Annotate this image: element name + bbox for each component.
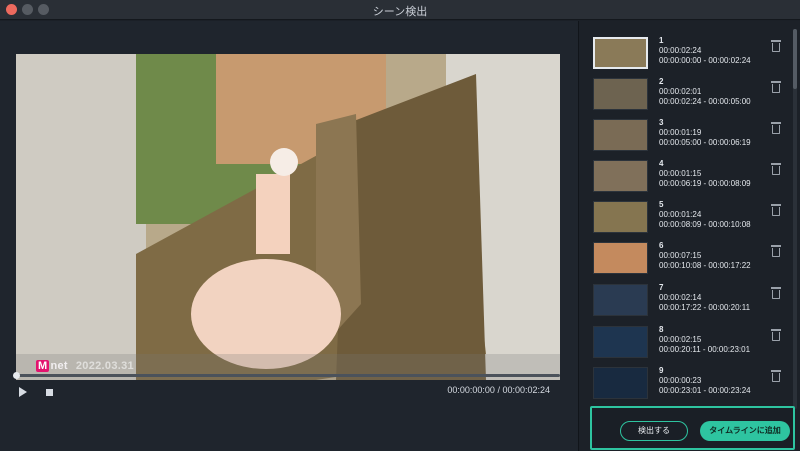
- trash-icon[interactable]: [771, 204, 781, 216]
- scene-duration: 00:00:02:01: [659, 87, 702, 96]
- video-preview[interactable]: Mnet 2022.03.31: [16, 54, 560, 380]
- window-title: シーン検出: [372, 6, 428, 18]
- scene-number: 7: [659, 283, 664, 292]
- scene-range: 00:00:20:11 - 00:00:23:01: [659, 345, 751, 354]
- scene-item[interactable]: 5 00:00:01:24 00:00:08:09 - 00:00:10:08: [593, 200, 793, 234]
- scene-item[interactable]: 4 00:00:01:15 00:00:06:19 - 00:00:08:09: [593, 159, 793, 193]
- title-bar: シーン検出: [0, 0, 800, 20]
- scene-thumbnail: [593, 367, 648, 399]
- add-to-timeline-button[interactable]: タイムラインに追加: [700, 421, 790, 441]
- scene-thumbnail: [593, 160, 648, 192]
- trash-icon[interactable]: [771, 122, 781, 134]
- scene-item[interactable]: 3 00:00:01:19 00:00:05:00 - 00:00:06:19: [593, 118, 793, 152]
- scene-number: 9: [659, 366, 664, 375]
- scene-range: 00:00:23:01 - 00:00:23:24: [659, 386, 751, 395]
- seek-handle[interactable]: [13, 372, 20, 379]
- scene-thumbnail: [593, 119, 648, 151]
- scene-item[interactable]: 2 00:00:02:01 00:00:02:24 - 00:00:05:00: [593, 77, 793, 111]
- scene-list: 1 00:00:02:24 00:00:00:00 - 00:00:02:24 …: [578, 21, 800, 451]
- preview-panel: Mnet 2022.03.31 00:00:00:00 / 00:00:02:24: [0, 21, 578, 451]
- scene-range: 00:00:02:24 - 00:00:05:00: [659, 97, 751, 106]
- video-watermark: Mnet 2022.03.31: [36, 360, 134, 372]
- scene-number: 5: [659, 200, 664, 209]
- scene-number: 8: [659, 325, 664, 334]
- scene-thumbnail: [593, 326, 648, 358]
- scene-range: 00:00:10:08 - 00:00:17:22: [659, 261, 751, 270]
- action-bar: 検出する タイムラインに追加: [590, 406, 795, 450]
- scene-range: 00:00:08:09 - 00:00:10:08: [659, 220, 751, 229]
- scene-number: 3: [659, 118, 664, 127]
- trash-icon[interactable]: [771, 163, 781, 175]
- trash-icon[interactable]: [771, 329, 781, 341]
- scene-duration: 00:00:00:23: [659, 376, 702, 385]
- trash-icon[interactable]: [771, 370, 781, 382]
- scene-duration: 00:00:07:15: [659, 251, 702, 260]
- scene-thumbnail: [593, 201, 648, 233]
- scene-item[interactable]: 1 00:00:02:24 00:00:00:00 - 00:00:02:24: [593, 36, 793, 70]
- scene-item[interactable]: 9 00:00:00:23 00:00:23:01 - 00:00:23:24: [593, 366, 793, 400]
- scene-item[interactable]: 7 00:00:02:14 00:00:17:22 - 00:00:20:11: [593, 283, 793, 317]
- scene-duration: 00:00:02:24: [659, 46, 702, 55]
- scene-number: 2: [659, 77, 664, 86]
- scene-number: 4: [659, 159, 664, 168]
- scene-duration: 00:00:01:19: [659, 128, 702, 137]
- timecode: 00:00:00:00 / 00:00:02:24: [447, 385, 550, 395]
- scene-duration: 00:00:01:24: [659, 210, 702, 219]
- scene-thumbnail: [593, 242, 648, 274]
- play-icon[interactable]: [18, 387, 28, 397]
- scene-range: 00:00:06:19 - 00:00:08:09: [659, 179, 751, 188]
- detect-button[interactable]: 検出する: [620, 421, 688, 441]
- scene-range: 00:00:17:22 - 00:00:20:11: [659, 303, 751, 312]
- scene-list-scrollbar[interactable]: [793, 29, 797, 409]
- scrollbar-thumb[interactable]: [793, 29, 797, 89]
- trash-icon[interactable]: [771, 81, 781, 93]
- scene-number: 1: [659, 36, 664, 45]
- scene-item[interactable]: 6 00:00:07:15 00:00:10:08 - 00:00:17:22: [593, 241, 793, 275]
- trash-icon[interactable]: [771, 245, 781, 257]
- scene-duration: 00:00:02:15: [659, 335, 702, 344]
- scene-range: 00:00:00:00 - 00:00:02:24: [659, 56, 751, 65]
- scene-number: 6: [659, 241, 664, 250]
- scene-thumbnail: [593, 284, 648, 316]
- scene-duration: 00:00:02:14: [659, 293, 702, 302]
- scene-thumbnail: [593, 78, 648, 110]
- scene-range: 00:00:05:00 - 00:00:06:19: [659, 138, 751, 147]
- scene-item[interactable]: 8 00:00:02:15 00:00:20:11 - 00:00:23:01: [593, 325, 793, 359]
- video-frame-image: [16, 54, 560, 380]
- trash-icon[interactable]: [771, 40, 781, 52]
- trash-icon[interactable]: [771, 287, 781, 299]
- seek-bar[interactable]: [16, 374, 560, 377]
- scene-duration: 00:00:01:15: [659, 169, 702, 178]
- stop-icon[interactable]: [46, 389, 53, 396]
- scene-thumbnail: [593, 37, 648, 69]
